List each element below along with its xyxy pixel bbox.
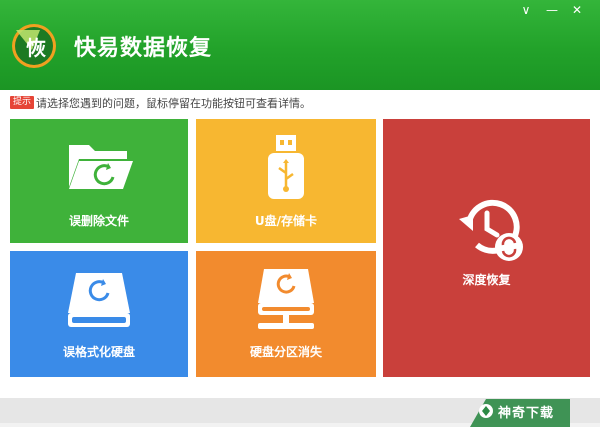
watermark-text: 神奇下载	[498, 406, 555, 421]
dropdown-button[interactable]: ∨	[517, 2, 535, 18]
usb-card-label: U盘/存储卡	[254, 214, 318, 228]
title-bar: 恢 快易数据恢复 ∨ — ✕	[0, 0, 600, 90]
formatted-disk-label: 误格式化硬盘	[62, 345, 135, 359]
formatted-disk-tile[interactable]: 误格式化硬盘	[10, 251, 188, 377]
hint-badge: 提示	[10, 96, 35, 109]
watermark: 神奇下载	[470, 393, 570, 427]
partition-lost-label: 硬盘分区消失	[249, 345, 322, 359]
usb-card-tile[interactable]: U盘/存储卡	[196, 119, 376, 243]
partition-lost-tile[interactable]: 硬盘分区消失	[196, 251, 376, 377]
history-refresh-icon	[459, 199, 523, 261]
minimize-icon: —	[546, 3, 558, 17]
close-button[interactable]: ✕	[568, 2, 586, 18]
usb-drive-icon	[268, 135, 304, 199]
network-disk-refresh-icon	[258, 269, 314, 329]
deleted-files-tile[interactable]: 误删除文件	[10, 119, 188, 243]
footer-bar: 神奇下载	[0, 398, 600, 427]
deep-recovery-tile[interactable]: 深度恢复	[383, 119, 590, 377]
tiles-area: 误删除文件 U盘/存储卡 深度恢复 误格式化硬盘 硬盘分区消失	[0, 116, 600, 398]
logo-char: 恢	[26, 36, 46, 60]
chevron-down-icon: ∨	[521, 3, 531, 17]
hard-disk-refresh-icon	[68, 273, 130, 327]
app-logo-icon: 恢	[12, 24, 56, 68]
hint-text: 请选择您遇到的问题，鼠标停留在功能按钮可查看详情。	[36, 97, 311, 110]
hint-bar: 提示 请选择您遇到的问题，鼠标停留在功能按钮可查看详情。	[0, 90, 600, 116]
app-title: 快易数据恢复	[74, 36, 213, 61]
minimize-button[interactable]: —	[543, 2, 561, 18]
deep-recovery-label: 深度恢复	[462, 273, 511, 287]
deleted-files-label: 误删除文件	[68, 214, 129, 228]
close-icon: ✕	[571, 3, 583, 17]
folder-refresh-icon	[69, 145, 133, 189]
